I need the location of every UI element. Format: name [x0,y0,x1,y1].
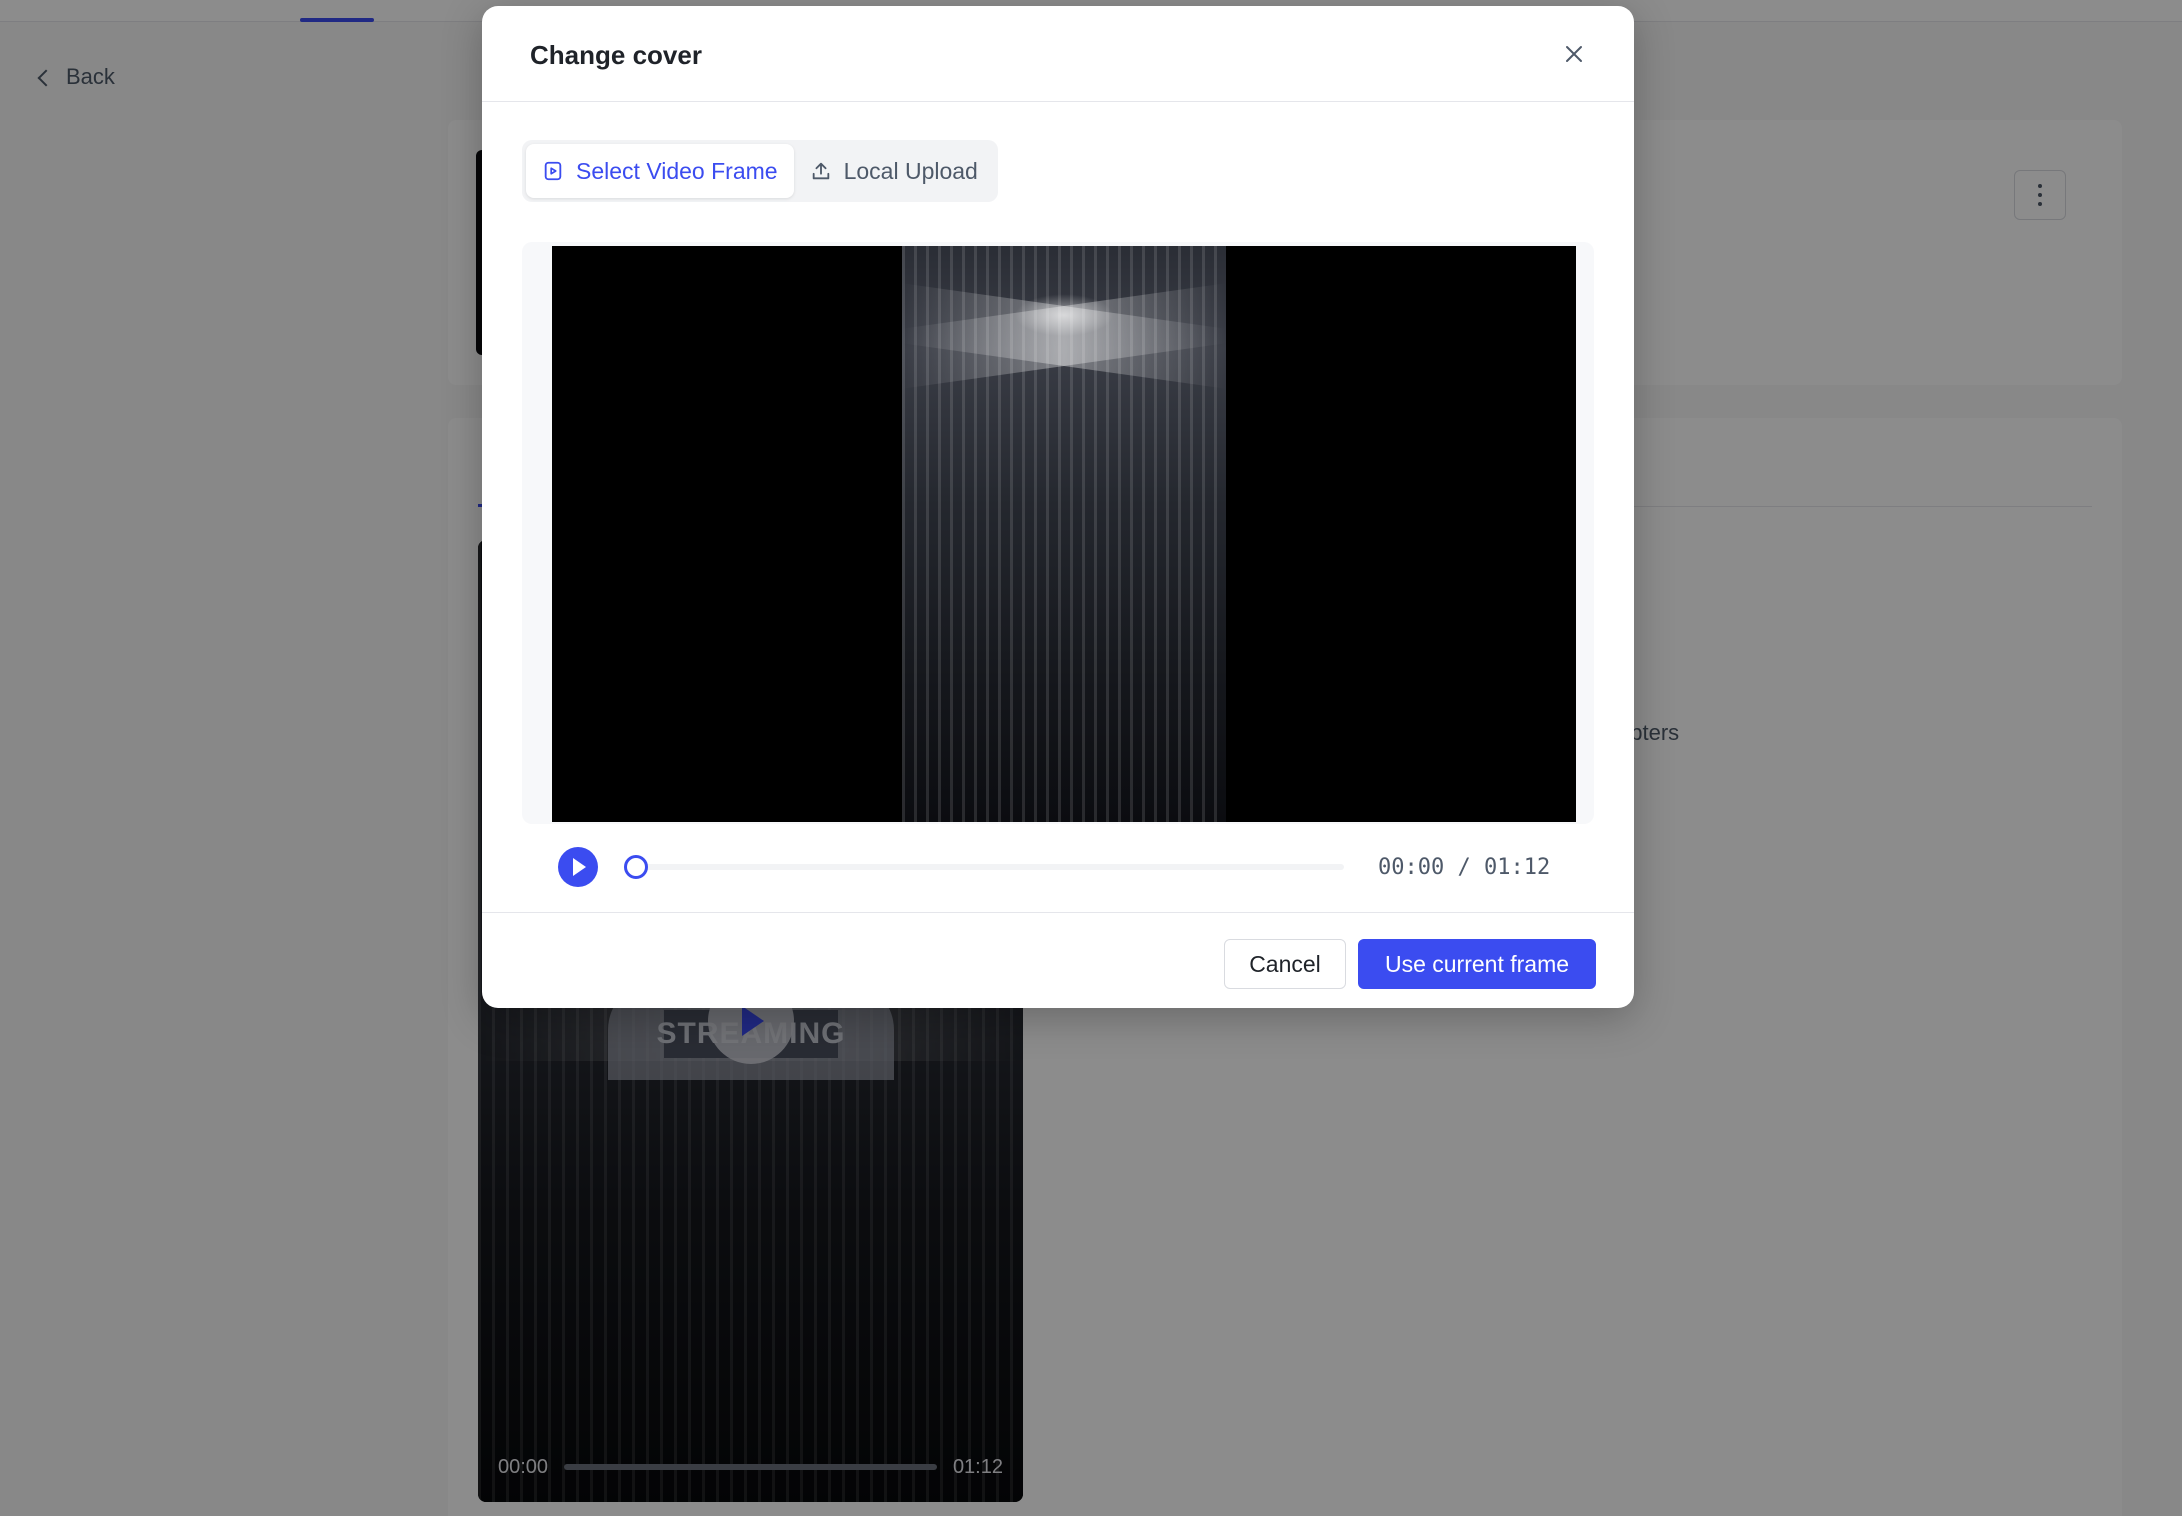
cover-source-tabs: Select Video Frame Local Upload [522,140,998,202]
cancel-button[interactable]: Cancel [1224,939,1346,989]
tab-local-upload[interactable]: Local Upload [794,144,994,198]
duration: 01:12 [1483,854,1551,880]
frame-preview-area [522,242,1594,824]
frame-scrubber[interactable] [624,855,1344,879]
upload-icon [812,162,829,180]
tab-label: Select Video Frame [576,157,778,184]
tab-select-video-frame[interactable]: Select Video Frame [526,144,794,198]
video-frame-image [902,246,1226,822]
time-separator: / [1444,854,1484,880]
current-time: 00:00 [1378,854,1445,880]
frame-select-icon [544,161,562,181]
time-display: 00:00 / 01:12 [1378,855,1550,880]
frame-selector-controls: 00:00 / 01:12 [558,844,1558,890]
close-icon [1566,46,1582,62]
scrubber-handle[interactable] [624,855,648,879]
use-current-frame-button[interactable]: Use current frame [1358,939,1596,989]
modal-footer: Cancel Use current frame [482,912,1634,1008]
modal-title: Change cover [530,40,702,70]
tab-label: Local Upload [843,157,978,184]
close-button[interactable] [1562,42,1586,66]
modal-header: Change cover [482,6,1634,102]
video-frame-preview[interactable] [552,246,1576,822]
change-cover-modal: Change cover Select Video Frame Local Up… [482,6,1634,1008]
play-button[interactable] [558,847,598,887]
